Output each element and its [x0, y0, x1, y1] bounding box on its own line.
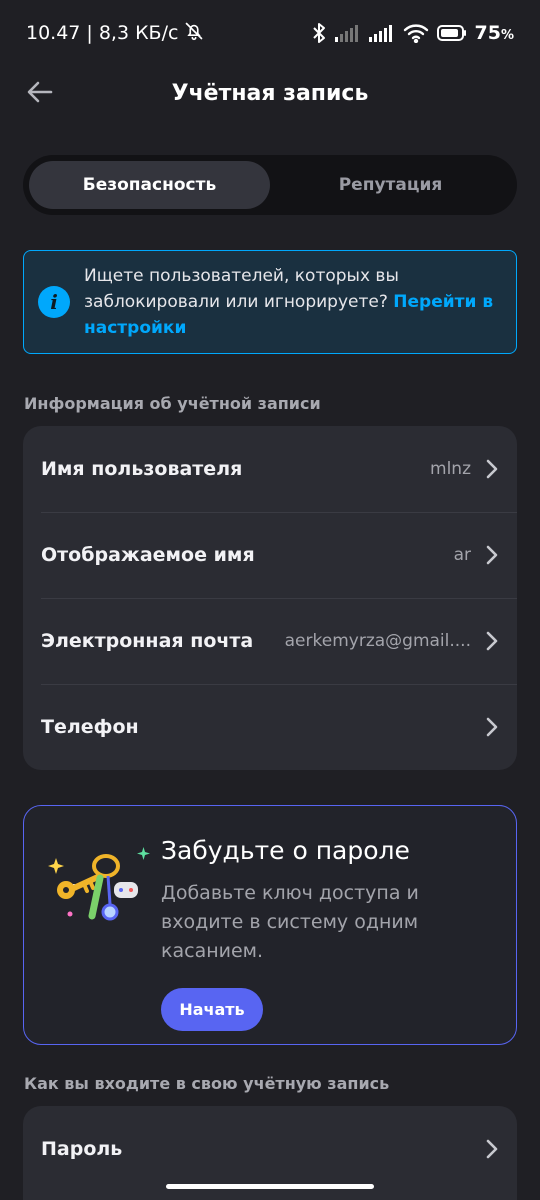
- section-title-login: Как вы входите в свою учётную запись: [24, 1074, 390, 1093]
- chevron-right-icon: [485, 1139, 499, 1159]
- header: Учётная запись: [0, 66, 540, 120]
- info-banner: i Ищете пользователей, которых вы заблок…: [23, 250, 517, 354]
- battery-level: 75%: [474, 22, 514, 44]
- keyring-illustration: [44, 844, 154, 934]
- row-label: Телефон: [41, 716, 139, 738]
- chevron-right-icon: [485, 545, 499, 565]
- row-label: Имя пользователя: [41, 458, 243, 480]
- row-email[interactable]: Электронная почта aerkemyrza@gmail....: [23, 598, 517, 684]
- row-label: Пароль: [41, 1138, 123, 1160]
- start-button[interactable]: Начать: [161, 988, 263, 1031]
- tab-security[interactable]: Безопасность: [29, 161, 270, 209]
- row-username[interactable]: Имя пользователя mlnz: [23, 426, 517, 512]
- arrow-left-icon: [26, 78, 54, 110]
- status-separator: |: [86, 22, 93, 44]
- info-banner-message: Ищете пользователей, которых вы заблокир…: [84, 266, 399, 312]
- chevron-right-icon: [485, 631, 499, 651]
- bell-off-icon: [184, 21, 204, 46]
- back-button[interactable]: [24, 78, 56, 110]
- bluetooth-icon: [311, 22, 327, 44]
- passkey-promo-card: Забудьте о пароле Добавьте ключ доступа …: [23, 805, 517, 1045]
- status-right: 75%: [311, 22, 514, 44]
- section-title-account-info: Информация об учётной записи: [24, 394, 321, 413]
- status-bar: 10.47 | 8,3 КБ/с 75%: [0, 0, 540, 66]
- chevron-right-icon: [485, 717, 499, 737]
- row-password[interactable]: Пароль: [23, 1106, 517, 1192]
- wifi-icon: [403, 23, 429, 43]
- promo-description: Добавьте ключ доступа и входите в систем…: [161, 882, 419, 962]
- tab-reputation[interactable]: Репутация: [270, 161, 511, 209]
- page-title: Учётная запись: [171, 80, 369, 106]
- status-left: 10.47 | 8,3 КБ/с: [26, 21, 204, 46]
- battery-icon: [436, 24, 467, 42]
- signal-icon-1: [334, 24, 361, 42]
- promo-title: Забудьте о пароле: [161, 836, 410, 865]
- home-indicator[interactable]: [166, 1184, 374, 1189]
- row-display-name[interactable]: Отображаемое имя ar: [23, 512, 517, 598]
- row-value: ar: [453, 545, 471, 565]
- status-time: 10.47: [26, 22, 81, 44]
- account-info-card: Имя пользователя mlnz Отображаемое имя a…: [23, 426, 517, 770]
- row-value: aerkemyrza@gmail....: [284, 631, 471, 651]
- row-label: Отображаемое имя: [41, 544, 255, 566]
- row-label: Электронная почта: [41, 630, 254, 652]
- row-value: mlnz: [430, 459, 471, 479]
- info-banner-text: Ищете пользователей, которых вы заблокир…: [84, 263, 502, 341]
- row-phone[interactable]: Телефон: [23, 684, 517, 770]
- tab-bar: Безопасность Репутация: [23, 155, 517, 215]
- status-network-speed: 8,3 КБ/с: [98, 22, 179, 44]
- chevron-right-icon: [485, 459, 499, 479]
- signal-icon-2: [368, 24, 395, 42]
- info-icon: i: [38, 286, 70, 318]
